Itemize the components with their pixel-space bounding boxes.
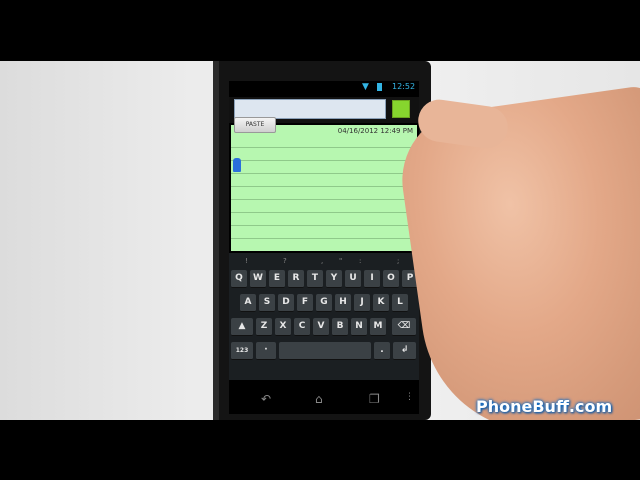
key-i[interactable]: I bbox=[364, 270, 380, 288]
note-body[interactable]: 04/16/2012 12:49 PM bbox=[231, 125, 417, 251]
key-c[interactable]: C bbox=[294, 318, 310, 336]
key-j[interactable]: J bbox=[354, 294, 370, 312]
key-f[interactable]: F bbox=[297, 294, 313, 312]
text-cursor-handle[interactable] bbox=[233, 158, 241, 172]
backspace-icon: ⌫ bbox=[397, 321, 411, 331]
key-q[interactable]: Q bbox=[231, 270, 247, 288]
key-r[interactable]: R bbox=[288, 270, 304, 288]
menu-icon[interactable]: ⋮ bbox=[405, 392, 414, 402]
wifi-icon: ▼ bbox=[362, 82, 369, 92]
key-u[interactable]: U bbox=[345, 270, 361, 288]
note-line bbox=[231, 147, 417, 148]
key-h[interactable]: H bbox=[335, 294, 351, 312]
note-line bbox=[231, 238, 417, 239]
key-z[interactable]: Z bbox=[256, 318, 272, 336]
keyboard: ! ? , " : ; Q W E R T Y U I O P A S D F … bbox=[229, 253, 419, 380]
note-line bbox=[231, 160, 417, 161]
key-d[interactable]: D bbox=[278, 294, 294, 312]
key-b[interactable]: B bbox=[332, 318, 348, 336]
recents-icon[interactable]: ❐ bbox=[369, 392, 380, 406]
navigation-bar: ↶ ⌂ ❐ ⋮ bbox=[229, 384, 419, 414]
key-y[interactable]: Y bbox=[326, 270, 342, 288]
status-time: 12:52 bbox=[392, 82, 416, 91]
key-k[interactable]: K bbox=[373, 294, 389, 312]
note-line bbox=[231, 225, 417, 226]
key-e[interactable]: E bbox=[269, 270, 285, 288]
numbers-key[interactable]: 123 bbox=[231, 342, 253, 360]
home-icon[interactable]: ⌂ bbox=[315, 392, 323, 406]
key-l[interactable]: L bbox=[392, 294, 408, 312]
key-a[interactable]: A bbox=[240, 294, 256, 312]
symbol-key[interactable]: " bbox=[339, 257, 342, 265]
mic-key[interactable]: · bbox=[256, 342, 276, 360]
back-icon[interactable]: ↶ bbox=[261, 392, 271, 406]
delete-key[interactable]: ⌫ bbox=[392, 318, 416, 336]
enter-icon: ↲ bbox=[400, 345, 409, 355]
key-g[interactable]: G bbox=[316, 294, 332, 312]
watermark: PhoneBuff.com bbox=[476, 397, 613, 416]
shift-icon: ▲ bbox=[238, 321, 246, 331]
microphone-icon: · bbox=[264, 345, 268, 355]
shift-key[interactable]: ▲ bbox=[231, 318, 253, 336]
key-o[interactable]: O bbox=[383, 270, 399, 288]
symbol-key[interactable]: ; bbox=[397, 257, 399, 265]
battery-icon bbox=[377, 83, 382, 91]
key-m[interactable]: M bbox=[370, 318, 386, 336]
note-line bbox=[231, 186, 417, 187]
phone-edge bbox=[213, 61, 219, 420]
key-n[interactable]: N bbox=[351, 318, 367, 336]
enter-key[interactable]: ↲ bbox=[393, 342, 416, 360]
key-v[interactable]: V bbox=[313, 318, 329, 336]
note-line bbox=[231, 199, 417, 200]
note-title-input[interactable] bbox=[234, 99, 386, 119]
symbol-key[interactable]: ! bbox=[245, 257, 248, 265]
phone-screen: ▼ 12:52 04/16/2012 12:49 PM PASTE ! ? , … bbox=[229, 81, 419, 414]
key-w[interactable]: W bbox=[250, 270, 266, 288]
note-date: 04/16/2012 12:49 PM bbox=[337, 127, 413, 135]
paste-button[interactable]: PASTE bbox=[234, 117, 276, 133]
note-line bbox=[231, 212, 417, 213]
video-frame: ▼ 12:52 04/16/2012 12:49 PM PASTE ! ? , … bbox=[0, 61, 640, 420]
symbol-key[interactable]: , bbox=[321, 257, 323, 265]
key-x[interactable]: X bbox=[275, 318, 291, 336]
note-color-button[interactable] bbox=[392, 100, 410, 118]
key-s[interactable]: S bbox=[259, 294, 275, 312]
note-line bbox=[231, 173, 417, 174]
status-bar: ▼ 12:52 bbox=[229, 81, 419, 94]
symbol-key[interactable]: ? bbox=[283, 257, 287, 265]
space-key[interactable] bbox=[279, 342, 371, 360]
symbol-key[interactable]: : bbox=[359, 257, 361, 265]
key-t[interactable]: T bbox=[307, 270, 323, 288]
period-key[interactable]: . bbox=[374, 342, 390, 360]
keyboard-symbol-row: ! ? , " : ; bbox=[229, 257, 419, 267]
